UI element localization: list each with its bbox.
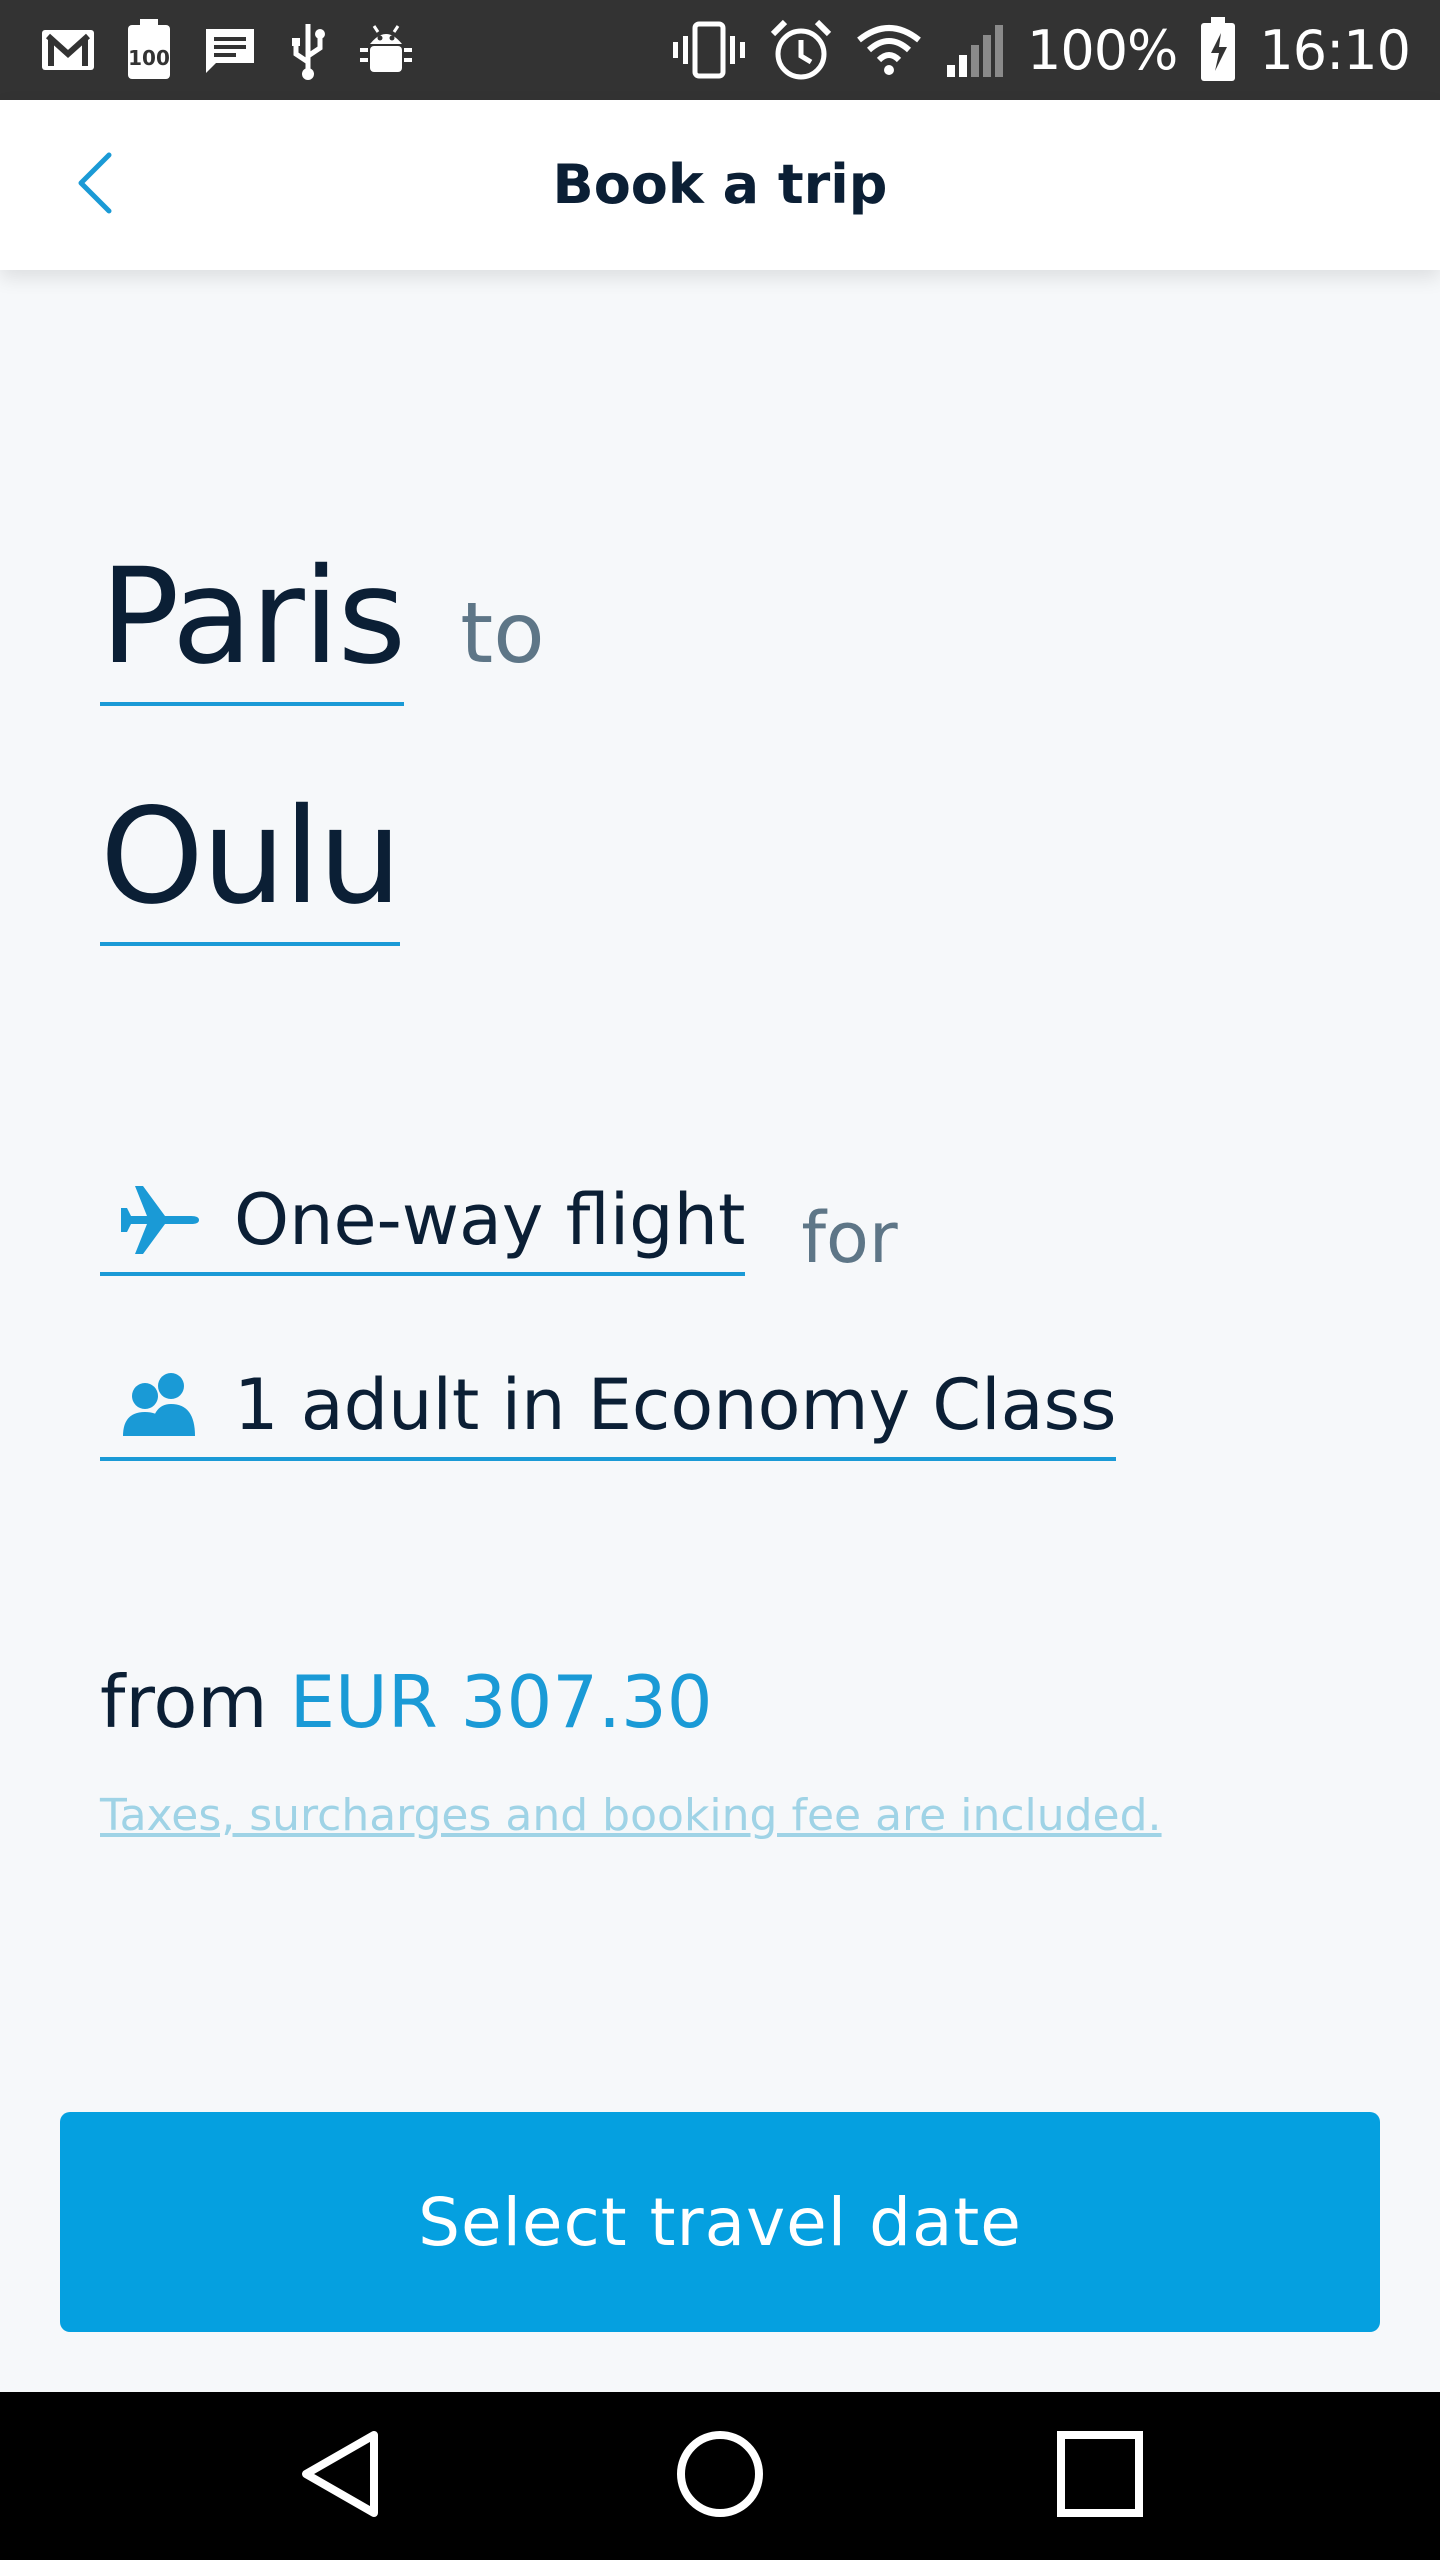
home-circle-icon: [675, 2429, 765, 2523]
origin-city-field[interactable]: Paris: [100, 540, 406, 706]
app-header: Book a trip: [0, 100, 1440, 270]
alarm-icon: [769, 18, 833, 82]
battery-percent: 100%: [1026, 18, 1178, 82]
system-nav-bar: [0, 2392, 1440, 2560]
route-connector: to: [460, 584, 545, 682]
wifi-icon: [855, 24, 923, 76]
vibrate-icon: [671, 20, 747, 80]
origin-row: Paris to: [100, 540, 545, 706]
recents-square-icon: [1055, 2429, 1145, 2523]
trip-connector: for: [801, 1197, 898, 1279]
select-travel-date-button[interactable]: Select travel date: [60, 2112, 1380, 2332]
gmail-icon: [40, 28, 96, 72]
page-title: Book a trip: [552, 153, 888, 216]
screen: 100 100% 16:10 Book a trip Paris to Oulu…: [0, 0, 1440, 2560]
nav-back-button[interactable]: [280, 2416, 400, 2536]
trip-type-row: One-way flight for: [100, 1170, 898, 1279]
status-right-icons: 100% 16:10: [671, 0, 1411, 100]
status-bar: 100 100% 16:10: [0, 0, 1440, 100]
trip-type-label: One-way flight: [234, 1179, 746, 1261]
message-icon: [202, 25, 258, 75]
people-icon: [114, 1360, 204, 1450]
battery-saver-100-icon: 100: [126, 19, 172, 81]
battery-charging-icon: [1199, 17, 1237, 83]
svg-text:100: 100: [128, 46, 170, 70]
passengers-label: 1 adult in Economy Class: [234, 1364, 1117, 1446]
signal-icon: [945, 21, 1005, 79]
price-row: from EUR 307.30: [100, 1660, 713, 1744]
destination-row: Oulu: [100, 780, 402, 946]
trip-type-selector[interactable]: One-way flight: [100, 1170, 746, 1276]
nav-home-button[interactable]: [660, 2416, 780, 2536]
passengers-selector[interactable]: 1 adult in Economy Class: [100, 1355, 1117, 1461]
price-disclaimer-link[interactable]: Taxes, surcharges and booking fee are in…: [100, 1790, 1162, 1841]
nav-recents-button[interactable]: [1040, 2416, 1160, 2536]
passengers-row: 1 adult in Economy Class: [100, 1355, 1117, 1461]
android-debug-icon: [358, 22, 414, 78]
status-left-icons: 100: [40, 0, 414, 100]
clock: 16:10: [1259, 18, 1411, 82]
airplane-icon: [114, 1175, 204, 1265]
price-value: EUR 307.30: [289, 1660, 713, 1744]
usb-icon: [288, 20, 328, 80]
destination-city-field[interactable]: Oulu: [100, 780, 402, 946]
back-triangle-icon: [298, 2429, 382, 2523]
price-prefix: from: [100, 1660, 268, 1744]
